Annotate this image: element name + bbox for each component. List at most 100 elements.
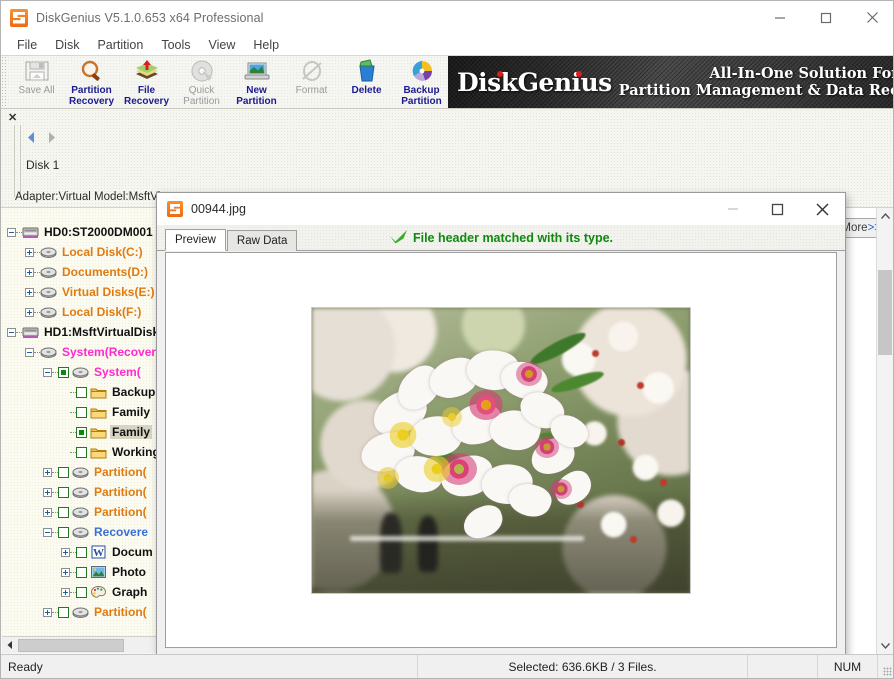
tree-node[interactable]: System( (1, 362, 176, 382)
tree-node[interactable]: Photo (1, 562, 176, 582)
tree-node-label: Family (110, 405, 152, 419)
tree-checkbox[interactable] (76, 547, 87, 558)
drive-icon (72, 525, 89, 540)
disk-map-grip[interactable] (14, 125, 21, 197)
tree-expander-plus-icon[interactable] (25, 268, 34, 277)
tree-node[interactable]: HD1:MsftVirtualDisk (1, 322, 176, 342)
photo-right-center-1 (592, 350, 599, 357)
tree-expander-minus-icon[interactable] (7, 228, 16, 237)
quick-partition-button[interactable]: Quick Partition (174, 56, 229, 108)
tree-expander-plus-icon[interactable] (43, 488, 52, 497)
tree-expander-plus-icon[interactable] (25, 308, 34, 317)
next-disk-arrow-icon[interactable] (45, 131, 58, 149)
delete-button[interactable]: Delete (339, 56, 394, 108)
tree-node[interactable]: Family (1, 402, 176, 422)
tree-node[interactable]: Local Disk(F:) (1, 302, 176, 322)
disk-tree[interactable]: HD0:ST2000DM001Local Disk(C:)Documents(D… (1, 222, 176, 626)
tree-indent (1, 422, 61, 442)
dialog-close-button[interactable] (800, 193, 845, 226)
content-scroll-thumb[interactable] (878, 270, 892, 355)
tree-checkbox[interactable] (58, 487, 69, 498)
tree-checkbox[interactable] (58, 367, 69, 378)
tree-checkbox[interactable] (58, 467, 69, 478)
toolbar-grip[interactable] (1, 56, 8, 108)
tree-node[interactable]: Graph (1, 582, 176, 602)
file-recovery-button[interactable]: File Recovery (119, 56, 174, 108)
tree-node[interactable]: Partition( (1, 482, 176, 502)
tab-preview[interactable]: Preview (165, 229, 226, 251)
tree-horizontal-scrollbar[interactable] (2, 636, 175, 653)
tree-expander-plus-icon[interactable] (25, 288, 34, 297)
backup-partition-button[interactable]: Backup Partition (394, 56, 449, 108)
tree-node[interactable]: Backup (1, 382, 176, 402)
content-scroll-up-icon[interactable] (877, 208, 893, 225)
tree-expander-plus-icon[interactable] (43, 608, 52, 617)
quick-partition-label: Quick Partition (183, 86, 220, 107)
tree-node[interactable]: Virtual Disks(E:) (1, 282, 176, 302)
tree-expander-plus-icon[interactable] (43, 468, 52, 477)
tree-expander-minus-icon[interactable] (25, 348, 34, 357)
tree-checkbox[interactable] (58, 507, 69, 518)
tree-node[interactable]: Partition( (1, 602, 176, 622)
tree-checkbox[interactable] (58, 607, 69, 618)
close-button[interactable] (849, 1, 894, 34)
tree-expander-plus-icon[interactable] (61, 568, 70, 577)
fr-line2: Recovery (124, 96, 169, 107)
tree-node[interactable]: Working (1, 442, 176, 462)
partition-recovery-button[interactable]: Partition Recovery (64, 56, 119, 108)
tree-checkbox[interactable] (76, 387, 87, 398)
svg-text:W: W (93, 547, 104, 559)
dialog-minimize-button[interactable] (710, 193, 755, 226)
partition-recovery-icon (79, 58, 105, 84)
content-scroll-down-icon[interactable] (877, 637, 893, 654)
format-button[interactable]: Format (284, 56, 339, 108)
menu-view[interactable]: View (200, 36, 245, 54)
tree-checkbox[interactable] (76, 447, 87, 458)
tree-indent (1, 462, 43, 482)
resize-grip-icon[interactable] (877, 655, 894, 679)
tree-node[interactable]: Partition( (1, 502, 176, 522)
tree-node[interactable]: System(Recover (1, 342, 176, 362)
tree-node[interactable]: Family (1, 422, 176, 442)
tree-checkbox[interactable] (58, 527, 69, 538)
tree-node[interactable]: Partition( (1, 462, 176, 482)
tree-expander-minus-icon[interactable] (43, 528, 52, 537)
tree-checkbox[interactable] (76, 407, 87, 418)
tree-node[interactable]: WDocum (1, 542, 176, 562)
tree-indent (1, 482, 43, 502)
tree-checkbox[interactable] (76, 567, 87, 578)
menu-help[interactable]: Help (244, 36, 288, 54)
new-partition-button[interactable]: New Partition (229, 56, 284, 108)
save-all-button[interactable]: Save All (9, 56, 64, 108)
tree-checkbox[interactable] (76, 587, 87, 598)
tree-node[interactable]: HD0:ST2000DM001 (1, 222, 176, 242)
tree-expander-minus-icon[interactable] (43, 368, 52, 377)
content-vertical-scrollbar[interactable] (876, 208, 893, 654)
tab-raw-data[interactable]: Raw Data (227, 230, 298, 251)
tree-node[interactable]: Local Disk(C:) (1, 242, 176, 262)
tree-node-label: Virtual Disks(E:) (60, 285, 156, 299)
tree-expander-plus-icon[interactable] (61, 588, 70, 597)
hard-disk-icon (22, 225, 39, 240)
tree-checkbox[interactable] (76, 427, 87, 438)
maximize-button[interactable] (803, 1, 849, 34)
prev-disk-arrow-icon[interactable] (25, 131, 38, 149)
tree-expander-plus-icon[interactable] (61, 548, 70, 557)
dialog-maximize-button[interactable] (755, 193, 800, 226)
tree-node[interactable]: Recovere (1, 522, 176, 542)
menu-partition[interactable]: Partition (88, 36, 152, 54)
tree-expander-minus-icon[interactable] (7, 328, 16, 337)
photo-right-center-3 (618, 439, 625, 446)
tree-node[interactable]: Documents(D:) (1, 262, 176, 282)
minimize-button[interactable] (757, 1, 803, 34)
tree-node[interactable]: Local Disk(H:) (1, 622, 176, 626)
disk-map-close-icon[interactable]: ✕ (8, 111, 17, 124)
tree-expander-plus-icon[interactable] (43, 508, 52, 517)
menu-tools[interactable]: Tools (152, 36, 199, 54)
tree-expander-plus-icon[interactable] (25, 248, 34, 257)
menu-disk[interactable]: Disk (46, 36, 88, 54)
delete-label: Delete (351, 86, 381, 97)
tree-scroll-thumb[interactable] (18, 639, 124, 652)
menu-file[interactable]: File (8, 36, 46, 54)
tree-scroll-left-icon[interactable] (2, 637, 18, 653)
